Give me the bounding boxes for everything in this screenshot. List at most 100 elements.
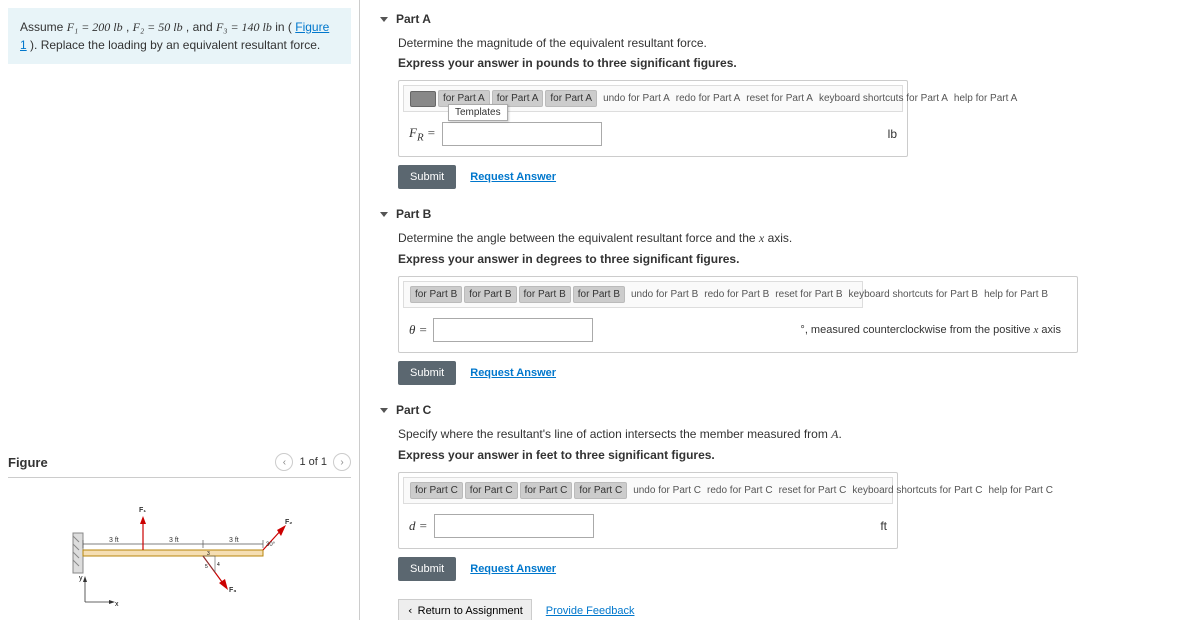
part-a-answer-frame: for Part A Templates for Part A for Part… (398, 80, 908, 157)
svg-text:3 ft: 3 ft (109, 537, 119, 544)
problem-text: Assume (20, 20, 67, 34)
svg-text:F₃: F₃ (229, 587, 237, 594)
part-c-undo[interactable]: undo for Part C (633, 485, 701, 496)
figure-pager: ‹ 1 of 1 › (275, 453, 351, 471)
figure-next-button[interactable]: › (333, 453, 351, 471)
part-a: Part A Determine the magnitude of the eq… (380, 12, 1180, 189)
part-b-hint: °, measured counterclockwise from the po… (800, 324, 1067, 336)
part-c-answer-frame: for Part C for Part C for Part C for Par… (398, 472, 898, 549)
part-a-reset[interactable]: reset for Part A (746, 93, 813, 104)
right-column: Part A Determine the magnitude of the eq… (360, 0, 1200, 620)
templates-tooltip: Templates (448, 104, 508, 121)
part-b-tb-b4[interactable]: for Part B (573, 286, 625, 303)
return-label: Return to Assignment (418, 605, 523, 617)
part-c-instr: Express your answer in feet to three sig… (398, 448, 1180, 462)
part-c-submit[interactable]: Submit (398, 557, 456, 581)
svg-text:F₁: F₁ (139, 507, 146, 514)
part-b-undo[interactable]: undo for Part B (631, 289, 698, 300)
part-c-help[interactable]: help for Part C (988, 485, 1052, 496)
figure-header: Figure ‹ 1 of 1 › (8, 447, 351, 478)
part-a-tb-selected[interactable] (410, 91, 436, 107)
part-c-ks[interactable]: keyboard shortcuts for Part C (852, 485, 982, 496)
part-b-symbol: θ = (409, 322, 427, 338)
part-b-request[interactable]: Request Answer (470, 367, 556, 379)
part-a-input[interactable] (442, 122, 602, 146)
part-a-ks[interactable]: keyboard shortcuts for Part A (819, 93, 948, 104)
svg-text:3: 3 (207, 551, 210, 557)
part-b-input[interactable] (433, 318, 593, 342)
provide-feedback-link[interactable]: Provide Feedback (546, 605, 635, 617)
svg-text:30°: 30° (266, 542, 276, 548)
part-b-answer-frame: for Part B for Part B for Part B for Par… (398, 276, 1078, 353)
part-c-toolbar: for Part C for Part C for Part C for Par… (403, 477, 893, 504)
part-c-reset[interactable]: reset for Part C (779, 485, 847, 496)
sep3: in ( (275, 20, 292, 34)
svg-text:3 ft: 3 ft (229, 537, 239, 544)
left-column: Assume F₁ = 200 lb , F₂ = 50 lb , and F₃… (0, 0, 360, 620)
svg-text:5: 5 (205, 564, 208, 570)
problem-statement: Assume F₁ = 200 lb , F₂ = 50 lb , and F₃… (8, 8, 351, 64)
part-c: Part C Specify where the resultant's lin… (380, 403, 1180, 581)
part-a-request[interactable]: Request Answer (470, 171, 556, 183)
figure-title: Figure (8, 455, 48, 470)
part-b-tb-b2[interactable]: for Part B (464, 286, 516, 303)
part-a-unit: lb (888, 127, 897, 141)
part-c-redo[interactable]: redo for Part C (707, 485, 773, 496)
figure-prev-button[interactable]: ‹ (275, 453, 293, 471)
part-c-prompt: Specify where the resultant's line of ac… (398, 427, 1180, 442)
part-b: Part B Determine the angle between the e… (380, 207, 1180, 385)
part-a-help[interactable]: help for Part A (954, 93, 1017, 104)
part-b-tb-b3[interactable]: for Part B (519, 286, 571, 303)
part-b-submit[interactable]: Submit (398, 361, 456, 385)
f2-val: F₂ = 50 lb (133, 20, 183, 34)
part-b-title: Part B (396, 207, 431, 221)
part-a-undo[interactable]: undo for Part A (603, 93, 670, 104)
part-c-tb-b1[interactable]: for Part C (410, 482, 463, 499)
part-a-redo[interactable]: redo for Part A (676, 93, 740, 104)
sep2: , and (186, 20, 216, 34)
f1-val: F₁ = 200 lb (67, 20, 123, 34)
figure-section: Figure ‹ 1 of 1 › (8, 447, 351, 612)
part-a-tb-b3[interactable]: for Part A (545, 90, 597, 107)
part-a-title: Part A (396, 12, 431, 26)
f3-val: F₃ = 140 lb (216, 20, 272, 34)
part-a-submit[interactable]: Submit (398, 165, 456, 189)
part-a-instr: Express your answer in pounds to three s… (398, 56, 1180, 70)
svg-text:F₂: F₂ (285, 519, 292, 526)
part-a-toolbar: for Part A Templates for Part A for Part… (403, 85, 903, 112)
part-c-request[interactable]: Request Answer (470, 563, 556, 575)
part-a-prompt: Determine the magnitude of the equivalen… (398, 36, 1180, 50)
svg-text:x: x (115, 601, 119, 608)
part-b-toggle[interactable] (380, 212, 388, 217)
page-container: Assume F₁ = 200 lb , F₂ = 50 lb , and F₃… (0, 0, 1200, 620)
footer-links: ‹ Return to Assignment Provide Feedback (398, 599, 1180, 620)
part-c-tb-b2[interactable]: for Part C (465, 482, 518, 499)
part-c-input[interactable] (434, 514, 594, 538)
part-c-symbol: d = (409, 518, 428, 534)
return-button[interactable]: ‹ Return to Assignment (398, 599, 532, 620)
part-a-symbol: FR = (409, 125, 436, 144)
part-c-tb-b4[interactable]: for Part C (574, 482, 627, 499)
part-b-help[interactable]: help for Part B (984, 289, 1048, 300)
part-c-tb-b3[interactable]: for Part C (520, 482, 573, 499)
svg-text:3 ft: 3 ft (169, 537, 179, 544)
part-b-reset[interactable]: reset for Part B (775, 289, 842, 300)
beam-diagram-svg: 3 ft 3 ft 3 ft F₁ F₂ 30° F₃ (65, 498, 295, 608)
figure-image: 3 ft 3 ft 3 ft F₁ F₂ 30° F₃ (8, 488, 351, 612)
problem-text-post: ). Replace the loading by an equivalent … (30, 38, 320, 52)
part-a-toggle[interactable] (380, 17, 388, 22)
part-b-toolbar: for Part B for Part B for Part B for Par… (403, 281, 863, 308)
part-b-redo[interactable]: redo for Part B (704, 289, 769, 300)
chevron-left-icon: ‹ (407, 604, 414, 617)
part-c-toggle[interactable] (380, 408, 388, 413)
part-b-prompt: Determine the angle between the equivale… (398, 231, 1180, 246)
figure-page-label: 1 of 1 (299, 456, 327, 468)
svg-text:y: y (79, 575, 83, 582)
part-b-tb-b1[interactable]: for Part B (410, 286, 462, 303)
part-b-instr: Express your answer in degrees to three … (398, 252, 1180, 266)
part-c-title: Part C (396, 403, 431, 417)
sep1: , (126, 20, 133, 34)
part-c-unit: ft (880, 519, 887, 533)
svg-text:4: 4 (217, 562, 220, 568)
part-b-ks[interactable]: keyboard shortcuts for Part B (849, 289, 979, 300)
